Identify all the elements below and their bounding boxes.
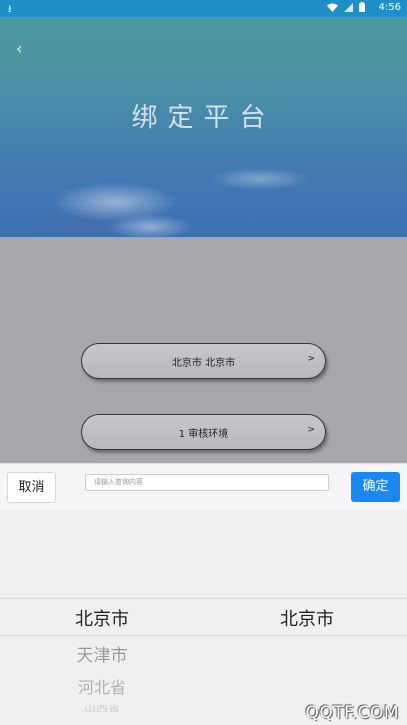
province-option[interactable]: 山西省 (70, 703, 134, 713)
province-option-selected[interactable]: 北京市 (70, 605, 134, 631)
environment-selector[interactable]: 1 审核环境 > (81, 414, 326, 450)
confirm-button[interactable]: 确定 (351, 472, 400, 502)
chevron-right-icon: > (307, 354, 315, 364)
watermark: QQTF.COM (305, 703, 399, 723)
province-option[interactable]: 河北省 (70, 674, 134, 698)
environment-label: 1 审核环境 (178, 429, 229, 440)
back-button[interactable]: ‹ (16, 39, 36, 59)
region-selector[interactable]: 北京市 北京市 > (81, 343, 326, 379)
province-option[interactable]: 天津市 (70, 641, 134, 666)
region-label: 北京市 北京市 (171, 358, 236, 369)
search-input[interactable]: 请输入查询内容 (85, 474, 329, 491)
status-time: 4:56 (378, 2, 401, 13)
download-icon: ⭳ (8, 4, 12, 15)
header-banner: ‹ 绑定平台 (0, 17, 407, 237)
chevron-left-icon: ‹ (16, 39, 23, 58)
page-title: 绑定平台 (131, 103, 276, 133)
picker-toolbar: 取消 请输入查询内容 确定 (0, 463, 407, 511)
cancel-button[interactable]: 取消 (7, 472, 56, 503)
selection-line-bottom (0, 635, 407, 636)
battery-icon (359, 2, 365, 12)
selection-line-top (0, 598, 407, 599)
city-option-selected[interactable]: 北京市 (275, 605, 339, 631)
status-bar: ⭳ 4:56 (0, 0, 407, 17)
chevron-right-icon: > (307, 425, 315, 435)
picker-wheels[interactable]: 北京市 天津市 河北省 山西省 北京市 (0, 510, 407, 725)
wifi-icon (327, 3, 338, 12)
signal-icon (344, 2, 353, 12)
status-icons (327, 2, 365, 12)
form-area: 北京市 北京市 > 1 审核环境 > (0, 237, 407, 462)
